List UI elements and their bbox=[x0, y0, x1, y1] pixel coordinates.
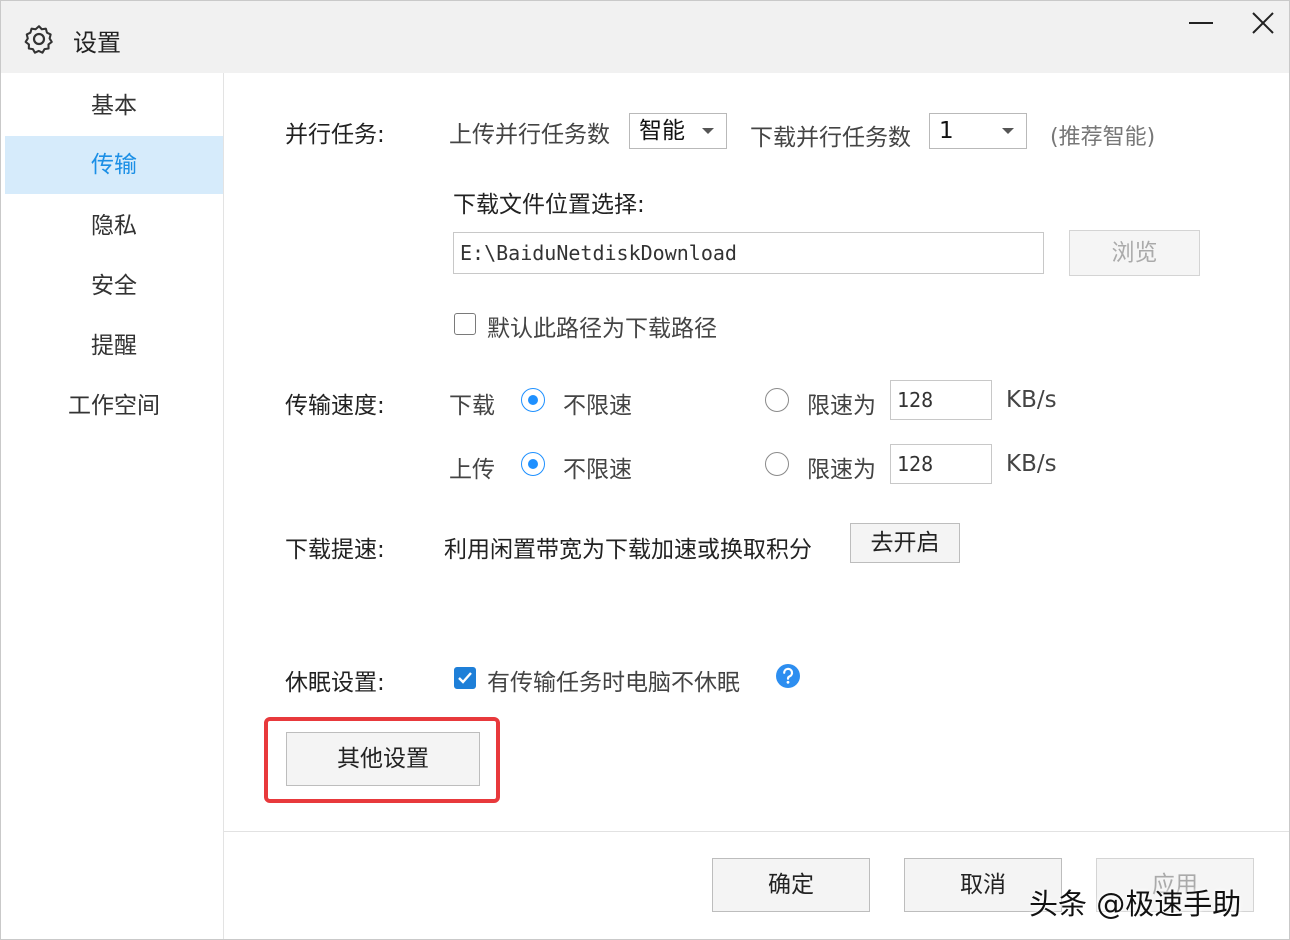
download-limit-unit: KB/s bbox=[1006, 387, 1057, 413]
upload-parallel-select[interactable]: 智能 bbox=[629, 113, 727, 149]
download-parallel-select[interactable]: 1 bbox=[929, 113, 1027, 149]
download-boost-label: 下载提速: bbox=[285, 537, 385, 563]
download-speed-label: 下载 bbox=[449, 393, 495, 419]
sleep-settings-label: 休眠设置: bbox=[285, 670, 385, 696]
prevent-sleep-checkbox[interactable] bbox=[454, 667, 476, 689]
download-limit-input[interactable]: 128 bbox=[890, 380, 992, 420]
watermark-text: 头条 @极速手助 bbox=[1029, 887, 1242, 921]
close-icon bbox=[1252, 12, 1274, 34]
sidebar-item-transfer[interactable]: 传输 bbox=[5, 136, 223, 194]
transfer-speed-label: 传输速度: bbox=[285, 393, 385, 419]
sidebar-item-privacy[interactable]: 隐私 bbox=[5, 197, 223, 255]
sidebar-item-workspace[interactable]: 工作空间 bbox=[5, 377, 223, 435]
upload-unlimited-label: 不限速 bbox=[563, 457, 632, 483]
upload-limit-radio[interactable] bbox=[765, 452, 789, 476]
download-parallel-label: 下载并行任务数 bbox=[750, 125, 911, 151]
sidebar-item-security[interactable]: 安全 bbox=[5, 257, 223, 315]
chevron-down-icon bbox=[702, 128, 714, 134]
download-parallel-value: 1 bbox=[939, 118, 954, 144]
default-path-checkbox[interactable] bbox=[454, 313, 476, 335]
footer-divider bbox=[224, 831, 1289, 832]
sidebar-item-basic[interactable]: 基本 bbox=[5, 77, 223, 135]
sidebar-nav: 基本 传输 隐私 安全 提醒 工作空间 bbox=[1, 73, 224, 939]
ok-button[interactable]: 确定 bbox=[712, 858, 870, 912]
download-unlimited-radio[interactable] bbox=[521, 388, 545, 412]
download-boost-desc: 利用闲置带宽为下载加速或换取积分 bbox=[444, 537, 812, 563]
gear-icon bbox=[24, 25, 53, 54]
minimize-button[interactable] bbox=[1181, 7, 1221, 47]
chevron-down-icon bbox=[1002, 128, 1014, 134]
parallel-hint: (推荐智能) bbox=[1050, 125, 1156, 150]
default-path-label: 默认此路径为下载路径 bbox=[487, 316, 717, 342]
close-button[interactable] bbox=[1243, 7, 1283, 47]
download-unlimited-label: 不限速 bbox=[563, 393, 632, 419]
download-limit-label: 限速为 bbox=[807, 393, 876, 419]
title-bar: 设置 bbox=[1, 1, 1289, 73]
upload-limit-label: 限速为 bbox=[807, 457, 876, 483]
checkmark-icon bbox=[458, 672, 472, 684]
browse-button[interactable]: 浏览 bbox=[1069, 230, 1200, 276]
download-limit-radio[interactable] bbox=[765, 388, 789, 412]
sidebar-item-reminder[interactable]: 提醒 bbox=[5, 317, 223, 375]
prevent-sleep-label: 有传输任务时电脑不休眠 bbox=[487, 670, 740, 696]
upload-parallel-label: 上传并行任务数 bbox=[449, 122, 610, 148]
question-icon[interactable] bbox=[775, 663, 801, 689]
upload-parallel-value: 智能 bbox=[639, 118, 685, 144]
window-title: 设置 bbox=[73, 29, 121, 57]
highlight-annotation bbox=[264, 717, 500, 803]
upload-limit-input[interactable]: 128 bbox=[890, 444, 992, 484]
download-path-input[interactable]: E:\BaiduNetdiskDownload bbox=[453, 232, 1044, 274]
enable-boost-button[interactable]: 去开启 bbox=[850, 523, 960, 563]
upload-unlimited-radio[interactable] bbox=[521, 452, 545, 476]
upload-limit-unit: KB/s bbox=[1006, 451, 1057, 477]
transfer-settings-panel: 并行任务: 上传并行任务数 智能 下载并行任务数 1 (推荐智能) 下载文件位置… bbox=[224, 73, 1289, 939]
upload-speed-label: 上传 bbox=[449, 457, 495, 483]
settings-window: 设置 基本 传输 隐私 安全 提醒 工作空间 并行任务: 上传并行任务数 智能 … bbox=[0, 0, 1290, 940]
download-location-label: 下载文件位置选择: bbox=[453, 192, 645, 218]
parallel-tasks-label: 并行任务: bbox=[285, 122, 385, 148]
minimize-icon bbox=[1189, 22, 1213, 24]
